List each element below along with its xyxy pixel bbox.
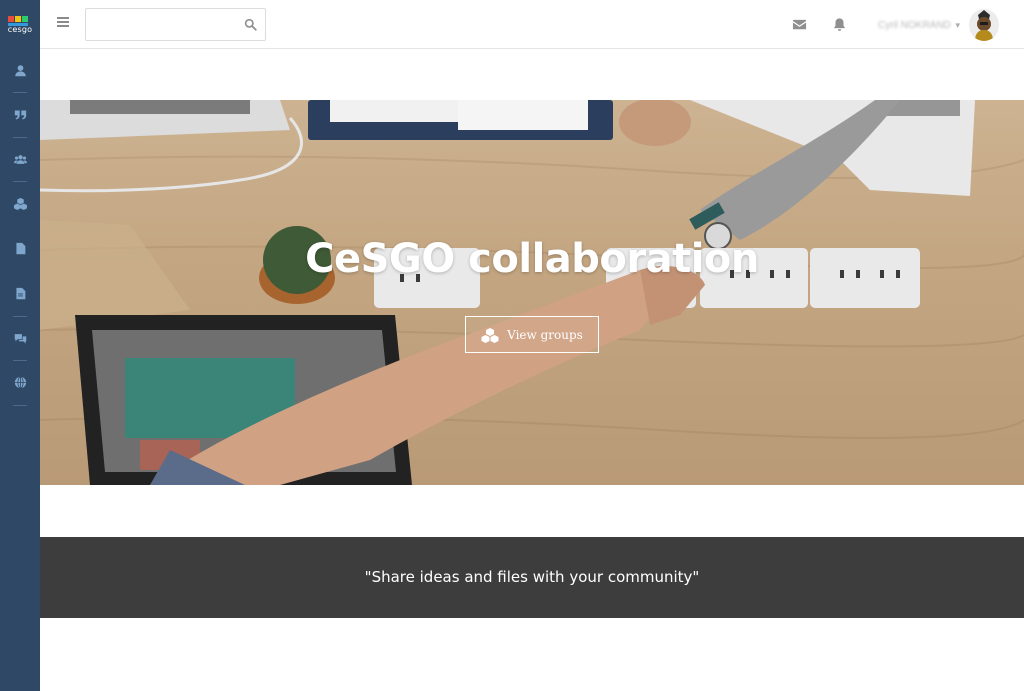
sidebar-item-pages[interactable] <box>0 278 40 308</box>
sidebar-divider <box>13 405 27 406</box>
bell-icon <box>833 18 846 31</box>
search-input[interactable] <box>86 9 236 40</box>
cubes-icon <box>481 327 499 343</box>
envelope-icon <box>792 19 807 30</box>
users-icon <box>13 154 27 164</box>
quote-icon <box>14 109 26 119</box>
top-bar: Cyril NOKRAND ▼ <box>40 0 1024 49</box>
search-box <box>85 8 266 41</box>
comments-icon <box>14 333 26 344</box>
user-icon <box>14 64 26 76</box>
file-icon <box>15 242 25 254</box>
hero-title: CeSGO collaboration <box>305 236 759 282</box>
file-text-icon <box>15 287 25 299</box>
sidebar-item-profile[interactable] <box>0 55 40 85</box>
globe-icon <box>14 375 26 389</box>
sidebar-item-groups[interactable] <box>0 188 40 218</box>
sidebar-divider <box>13 360 27 361</box>
sidebar: cesgo <box>0 0 40 691</box>
view-groups-button[interactable]: View groups <box>465 316 599 353</box>
quote-banner: "Share ideas and files with your communi… <box>40 537 1024 618</box>
sidebar-divider <box>13 137 27 138</box>
sidebar-item-members[interactable] <box>0 144 40 174</box>
caret-down-icon: ▼ <box>953 20 962 30</box>
view-groups-label: View groups <box>507 327 583 342</box>
sidebar-item-sites[interactable] <box>0 367 40 397</box>
sidebar-divider <box>13 181 27 182</box>
app-window: cesgo Cyril NOKRAND ▼ CeSGO collaboratio… <box>0 0 1024 691</box>
hero-background-image <box>40 100 1024 485</box>
user-name: Cyril NOKRAND <box>878 19 951 31</box>
search-icon[interactable] <box>244 18 257 31</box>
user-menu[interactable]: Cyril NOKRAND ▼ <box>878 15 962 35</box>
avatar[interactable] <box>969 9 999 41</box>
avatar-image <box>969 9 999 41</box>
cubes-icon <box>13 197 27 210</box>
sidebar-item-discussions[interactable] <box>0 323 40 353</box>
notifications-button[interactable] <box>832 17 847 32</box>
sidebar-item-files[interactable] <box>0 233 40 263</box>
hero-banner: CeSGO collaboration View groups <box>40 100 1024 485</box>
quote-text: "Share ideas and files with your communi… <box>364 568 700 586</box>
sidebar-item-quotes[interactable] <box>0 99 40 129</box>
sidebar-divider <box>13 92 27 93</box>
sidebar-divider <box>13 316 27 317</box>
messages-button[interactable] <box>792 17 807 32</box>
logo-text: cesgo <box>7 25 33 34</box>
cesgo-logo[interactable]: cesgo <box>6 12 34 36</box>
menu-icon[interactable] <box>57 17 69 29</box>
